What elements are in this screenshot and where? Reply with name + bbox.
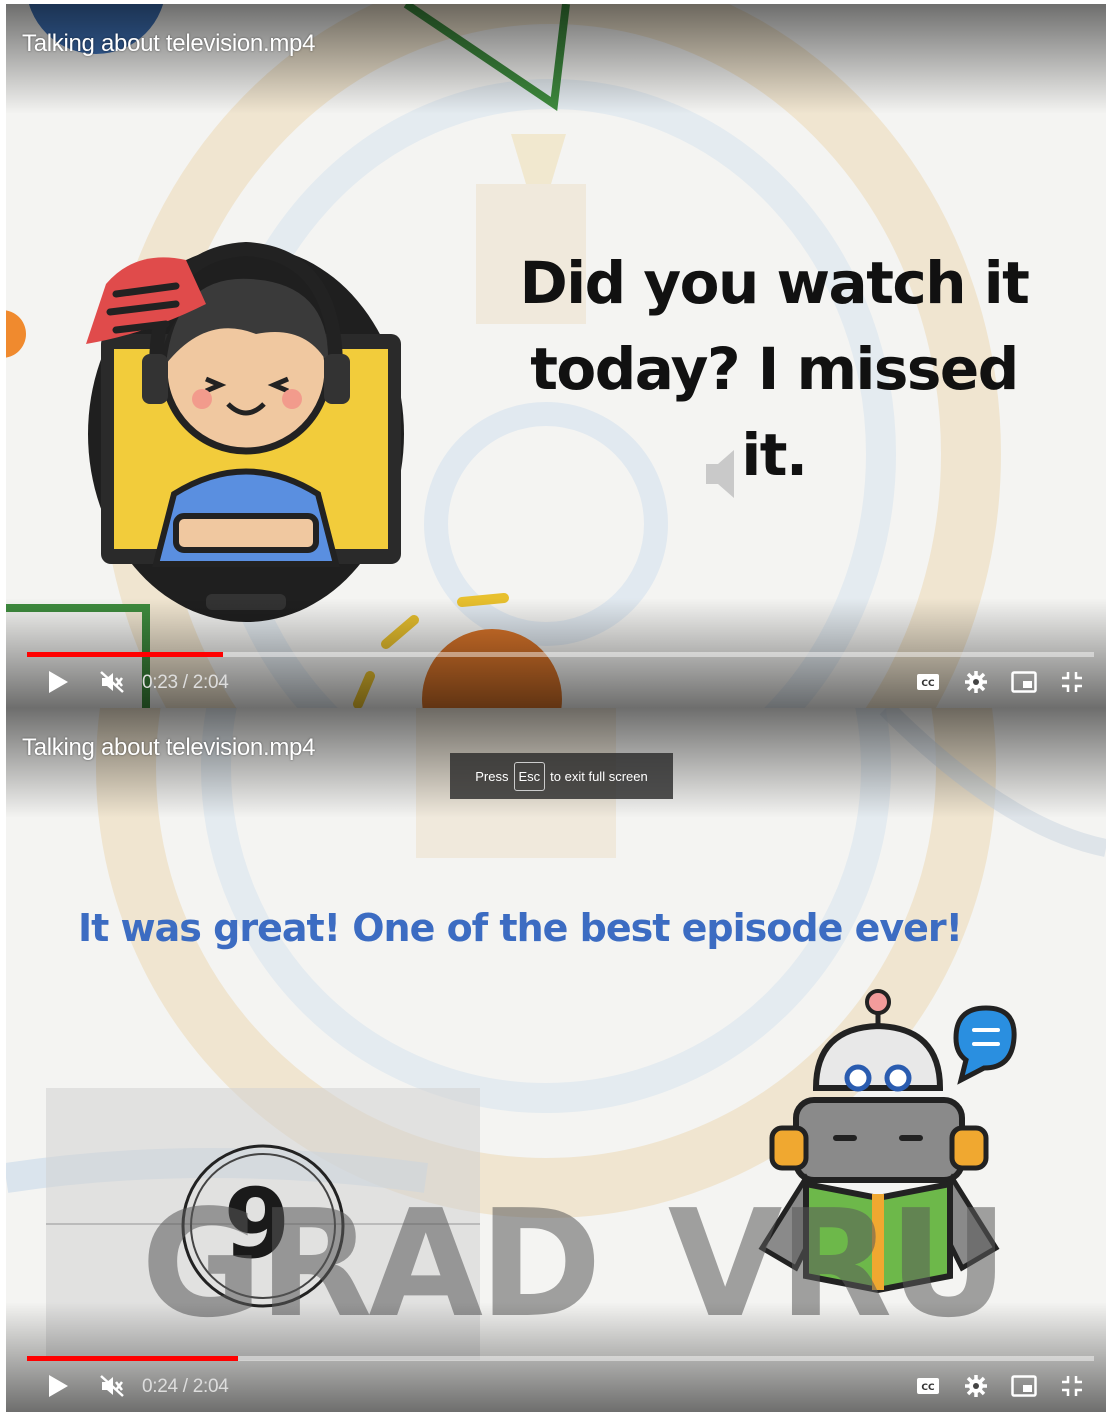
exit-fullscreen-button[interactable] <box>1054 664 1090 700</box>
video-title: Talking about television.mp4 <box>22 30 316 57</box>
time-display: 0:23 / 2:04 <box>142 672 229 693</box>
exit-fullscreen-icon <box>1062 1376 1082 1396</box>
exit-fullscreen-button[interactable] <box>1054 1368 1090 1404</box>
video-player-bottom[interactable]: 9 GRAD VRU Talking about television.mp4 P… <box>6 708 1106 1412</box>
mute-icon <box>100 1375 124 1397</box>
hint-exit-text: to exit full screen <box>550 768 648 784</box>
mute-icon <box>100 671 124 693</box>
play-icon <box>49 671 68 693</box>
miniplayer-button[interactable] <box>1006 664 1042 700</box>
esc-key: Esc <box>513 761 546 791</box>
fullscreen-exit-hint: Press Esc to exit full screen <box>450 753 673 799</box>
exit-fullscreen-icon <box>1062 672 1082 692</box>
mute-button[interactable] <box>94 664 130 700</box>
settings-button[interactable] <box>958 1368 994 1404</box>
video-title: Talking about television.mp4 <box>22 734 316 761</box>
mute-button[interactable] <box>94 1368 130 1404</box>
top-gradient <box>6 4 1106 114</box>
control-bar: 0:24 / 2:04 CC <box>6 1360 1106 1412</box>
play-button[interactable] <box>40 664 76 700</box>
captions-icon: CC <box>917 1378 939 1394</box>
settings-button[interactable] <box>958 664 994 700</box>
miniplayer-icon <box>1011 1375 1037 1397</box>
settings-icon <box>965 671 987 693</box>
video-caption-text: It was great! One of the best episode ev… <box>78 906 963 950</box>
captions-button[interactable]: CC <box>910 1368 946 1404</box>
miniplayer-button[interactable] <box>1006 1368 1042 1404</box>
settings-icon <box>965 1375 987 1397</box>
captions-button[interactable]: CC <box>910 664 946 700</box>
play-button[interactable] <box>40 1368 76 1404</box>
svg-text:CC: CC <box>921 679 935 689</box>
video-caption-text: Did you watch it today? I missed it. <box>519 249 1030 489</box>
video-player-top[interactable]: Talking about television.mp4 Did you wat… <box>6 4 1106 708</box>
miniplayer-icon <box>1011 671 1037 693</box>
control-bar: 0:23 / 2:04 CC <box>6 656 1106 708</box>
play-icon <box>49 1375 68 1397</box>
svg-text:CC: CC <box>921 1383 935 1393</box>
person-illustration <box>86 241 404 622</box>
time-display: 0:24 / 2:04 <box>142 1376 229 1397</box>
captions-icon: CC <box>917 674 939 690</box>
hint-press-text: Press <box>475 768 509 784</box>
